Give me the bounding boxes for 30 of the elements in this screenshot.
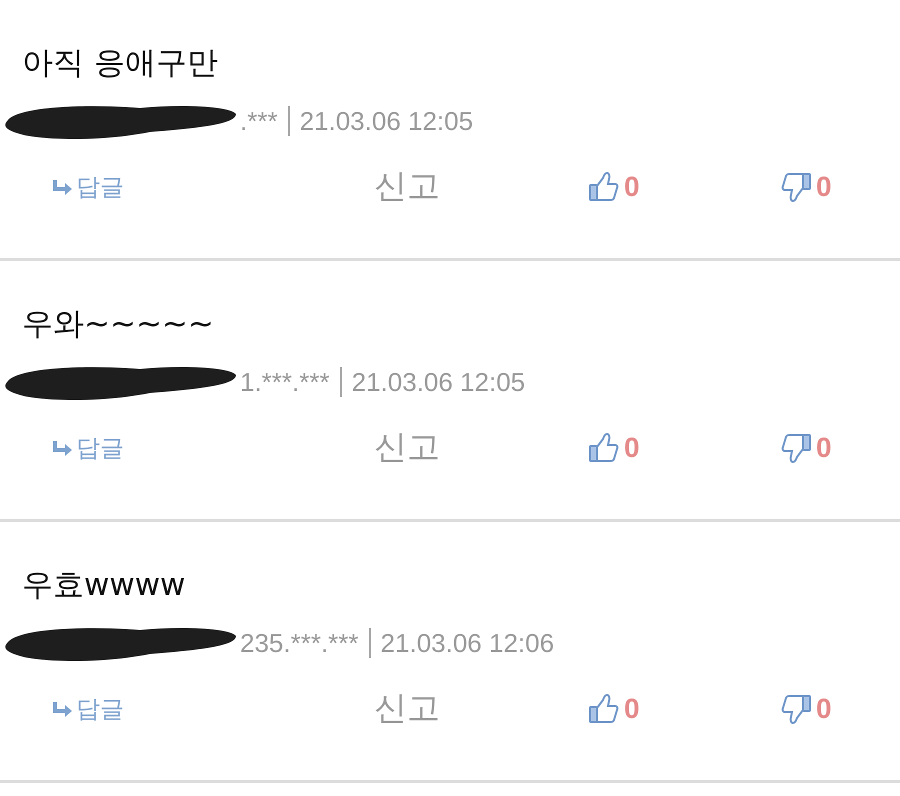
comment-date: 21.03.06 12:05	[352, 366, 526, 398]
reply-arrow-icon	[52, 700, 74, 716]
reply-button[interactable]: 답글	[52, 170, 124, 202]
comment-text: 아직 응애구만	[21, 44, 219, 83]
dislike-button[interactable]: 0	[780, 170, 832, 202]
thumbs-up-icon	[588, 170, 620, 202]
ip-address: 1.***.***	[240, 366, 330, 398]
thumbs-up-icon	[588, 692, 620, 724]
ip-address: 235.***.***	[240, 628, 359, 658]
dislike-button[interactable]: 0	[780, 432, 832, 464]
comment-text: 우효wwww	[21, 566, 186, 605]
report-button[interactable]: 신고	[374, 164, 440, 209]
report-button[interactable]: 신고	[374, 425, 440, 470]
reply-button[interactable]: 답글	[52, 692, 124, 724]
reply-arrow-icon	[52, 178, 74, 194]
report-button[interactable]: 신고	[374, 686, 440, 731]
comment-text: 우와~~~~~	[21, 305, 215, 344]
thumbs-down-icon	[780, 692, 812, 724]
comment-date: 21.03.06 12:05	[300, 106, 474, 136]
thumbs-down-icon	[780, 432, 812, 464]
like-button[interactable]: 0	[588, 170, 640, 202]
thumbs-up-icon	[588, 432, 620, 464]
comment-date: 21.03.06 12:06	[380, 628, 554, 658]
reply-arrow-icon	[52, 440, 74, 456]
like-button[interactable]: 0	[588, 432, 640, 464]
ip-address: .***	[240, 106, 278, 136]
reply-button[interactable]: 답글	[52, 432, 124, 464]
thumbs-down-icon	[780, 170, 812, 202]
dislike-button[interactable]: 0	[780, 692, 832, 724]
like-button[interactable]: 0	[588, 692, 640, 724]
